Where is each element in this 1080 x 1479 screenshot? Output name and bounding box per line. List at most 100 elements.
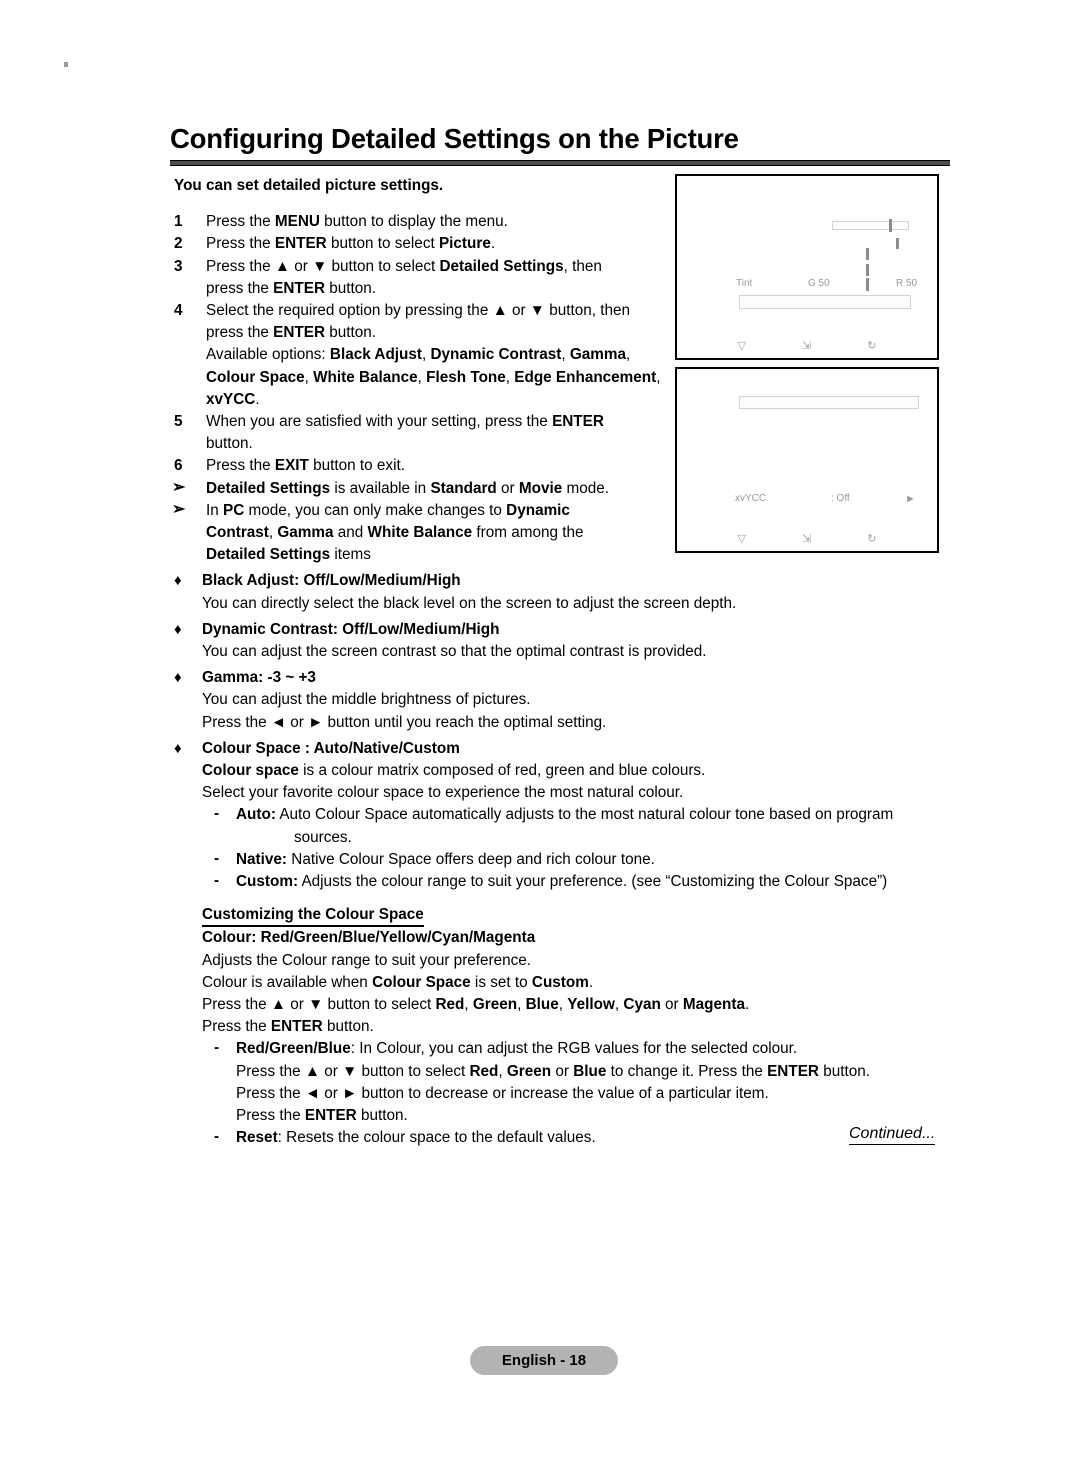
down-chevron-icon: ▽: [737, 533, 747, 545]
customizing-dash-1-cont-1: Press the ◄ or ► button to decrease or i…: [236, 1083, 950, 1105]
option-section-2: ♦ Dynamic Contrast: Off/Low/Medium/High Yo…: [170, 619, 950, 663]
step-1-line-0-run-2: button to display the menu.: [319, 213, 508, 231]
step-4-line-2-run-5: Gamma: [569, 346, 627, 364]
continued-label: Continued...: [849, 1124, 936, 1145]
tv1-label-2: R 50: [896, 278, 918, 289]
customizing-line-3-run-11: Magenta: [682, 995, 745, 1013]
customizing-heading: Customizing the Colour Space: [202, 905, 424, 928]
customizing-line-4-run-2: button.: [322, 1018, 374, 1036]
step-4-line-2-run-3: Dynamic Contrast: [430, 346, 562, 364]
customizing-line-0-run-1: : Red/Green/Blue/Yellow/Cyan/Magenta: [251, 929, 536, 947]
note-2-line-0-run-3: Dynamic: [506, 501, 570, 519]
note-arrow-icon: ➢: [172, 500, 186, 518]
colour-space-body-1: Select your favorite colour space to exp…: [202, 782, 950, 804]
note-arrow-icon: ➢: [172, 478, 186, 496]
colour-space-body-0-run-0: Colour space: [202, 762, 299, 780]
tint-slider-handle: [866, 278, 869, 291]
customizing-dash-1-cont-0-run-4: or: [551, 1062, 574, 1080]
note-1-line-0-run-0: Detailed Settings: [206, 479, 331, 497]
step-number-1: 1: [174, 213, 183, 231]
option-section-2-body-0: You can adjust the screen contrast so th…: [202, 641, 950, 663]
customizing-line-4-run-0: Press the: [202, 1018, 271, 1036]
xvycc-top-bar: [739, 396, 919, 409]
colour-space-body-0: Colour space is a colour matrix composed…: [202, 760, 950, 782]
tv2-label-xvycc: xvYCC: [735, 493, 767, 504]
step-4-line-3-run-5: ,: [505, 368, 515, 386]
customizing-dash-1-cont-0-run-1: Red: [469, 1062, 499, 1080]
step-4-line-4-run-0: xvYCC: [206, 390, 256, 408]
step-6-line-0-run-1: EXIT: [274, 457, 309, 475]
customizing-line-1-run-0: Adjusts the Colour range to suit your pr…: [202, 951, 532, 969]
step-3-line-0-run-0: Press the ▲ or ▼ button to select: [206, 257, 440, 275]
customizing-line-2-run-1: Colour Space: [372, 973, 471, 991]
colour-space-dash-2-line-0-run-1: Native Colour Space offers deep and rich…: [287, 850, 655, 868]
diamond-bullet-icon: ♦: [174, 669, 182, 687]
colour-space-dash-1-line-0-run-0: Auto:: [236, 806, 276, 824]
step-4-line-2-run-4: ,: [561, 346, 570, 364]
colour-space-dash-1-cont-0-run-0: sources.: [294, 828, 352, 846]
option-sections: ♦ Black Adjust: Off/Low/Medium/High You ca…: [170, 570, 950, 733]
step-4-line-3-run-2: White Balance: [313, 368, 418, 386]
tint-pointer-tick: [896, 238, 899, 249]
step-4-line-3-run-3: ,: [417, 368, 427, 386]
option-section-3-body-0: You can adjust the middle brightness of …: [202, 689, 950, 711]
step-3-line-1-run-2: button.: [325, 279, 377, 297]
customizing-line-3-run-4: ,: [517, 995, 526, 1013]
option-section-3-heading: Gamma: -3 ~ +3: [202, 667, 950, 689]
customizing-dash-2: - Reset: Resets the colour space to the d…: [212, 1127, 950, 1149]
note-2-line-0-run-2: mode, you can only make changes to: [244, 501, 507, 519]
dash-bullet-icon: -: [214, 849, 220, 867]
colour-space-body-0-run-1: is a colour matrix composed of red, gree…: [298, 762, 706, 780]
option-section-1-body-0: You can directly select the black level …: [202, 593, 950, 615]
customizing-dash-1-cont-0-run-7: ENTER: [767, 1062, 819, 1080]
step-4-line-4-run-1: .: [255, 390, 260, 408]
colour-space-body-1-run-0: Select your favorite colour space to exp…: [202, 784, 684, 802]
step-6-line-0-run-0: Press the: [206, 457, 275, 475]
step-4-line-2-run-1: Black Adjust: [329, 346, 422, 364]
customizing-dash-1-cont-2-run-1: ENTER: [304, 1106, 357, 1124]
step-3-line-0-run-2: , then: [563, 257, 602, 275]
return-icon: ⇲: [802, 340, 812, 352]
colour-space-dash-3-line-0: Custom: Adjusts the colour range to suit…: [236, 871, 950, 893]
note-1-line-0-run-4: Movie: [518, 479, 563, 497]
customizing-line-3-run-1: Red: [435, 995, 465, 1013]
customizing-line-2: Colour is available when Colour Space is…: [202, 972, 950, 994]
customizing-dash-1-cont-0-run-8: button.: [818, 1062, 870, 1080]
diamond-bullet-icon: ♦: [174, 572, 182, 590]
colour-space-dash-3-line-0-run-1: Adjusts the colour range to suit your pr…: [298, 873, 888, 891]
option-section-3: ♦ Gamma: -3 ~ +3 You can adjust the middle…: [170, 667, 950, 734]
tint-top-slider-handle: [889, 219, 892, 232]
customizing-dash-1-cont-0-run-2: ,: [498, 1062, 507, 1080]
note-1-line-0: Detailed Settings is available in Standa…: [206, 478, 711, 500]
customizing-dash-1-line-0: Red/Green/Blue: In Colour, you can adjus…: [236, 1038, 950, 1060]
colour-space-dash-3-line-0-run-0: Custom:: [236, 873, 299, 891]
down-chevron-icon: ▽: [737, 340, 747, 352]
option-section-2-heading: Dynamic Contrast: Off/Low/Medium/High: [202, 619, 950, 641]
tint-dashed-tick-1: [866, 248, 869, 260]
colour-space-dash-2-line-0-run-0: Native:: [236, 850, 288, 868]
step-5-line-0-run-0: When you are satisfied with your setting…: [206, 413, 553, 431]
customizing-line-1: Adjusts the Colour range to suit your pr…: [202, 950, 950, 972]
tv2-value-xvycc: : Off: [831, 493, 850, 504]
option-section-3-body-0-run-0: You can adjust the middle brightness of …: [202, 691, 531, 709]
customizing-dash-1-cont-0: Press the ▲ or ▼ button to select Red, G…: [236, 1061, 950, 1083]
step-3-line-1-run-0: press the: [206, 279, 274, 297]
option-section-3-heading-run-0: Gamma: [202, 669, 259, 687]
customizing-dash-1-cont-0-run-3: Green: [506, 1062, 552, 1080]
exit-icon: ↻: [867, 533, 877, 545]
option-section-3-body-1-run-0: Press the ◄ or ► button until you reach …: [202, 713, 607, 731]
note-2-line-1-run-3: and: [333, 524, 368, 542]
note-1-line-0-run-2: Standard: [430, 479, 497, 497]
note-1-line-0-run-3: or: [496, 479, 519, 497]
customizing-line-2-run-2: is set to: [470, 973, 532, 991]
colour-space-dash-2: - Native: Native Colour Space offers deep…: [212, 849, 950, 871]
step-number-3: 3: [174, 257, 183, 275]
tint-dashed-tick-2: [866, 264, 869, 276]
colour-space-dash-1-line-0: Auto: Auto Colour Space automatically ad…: [236, 804, 950, 826]
customizing-line-0-run-0: Colour: [202, 929, 252, 947]
customizing-line-3-run-3: Green: [472, 995, 518, 1013]
step-number-2: 2: [174, 235, 183, 253]
step-4-line-3-run-4: Flesh Tone: [426, 368, 506, 386]
customizing-dash-2-line-0: Reset: Resets the colour space to the de…: [236, 1127, 950, 1149]
customizing-line-3-run-7: Yellow: [567, 995, 615, 1013]
